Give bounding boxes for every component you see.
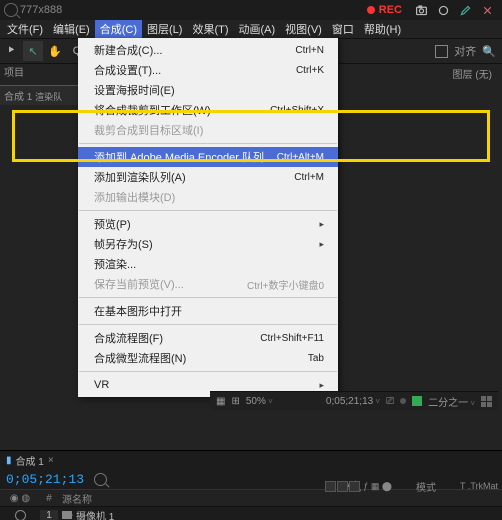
comp-tab-sub: 渲染队	[35, 92, 62, 102]
menu-item-prerender[interactable]: 预渲染...	[78, 254, 338, 274]
viewer-color-icon[interactable]	[412, 396, 422, 406]
menu-edit[interactable]: 编辑(E)	[48, 20, 95, 38]
row-switches[interactable]	[325, 481, 360, 492]
menu-separator	[79, 210, 337, 211]
record-dot-icon	[367, 6, 375, 14]
viewer-grid-icon[interactable]	[481, 396, 492, 407]
edit-icon[interactable]	[458, 3, 472, 17]
menu-item-open-egp[interactable]: 在基本图形中打开	[78, 301, 338, 321]
project-panel-label[interactable]: 项目	[0, 62, 78, 81]
snapping-icon[interactable]	[435, 45, 448, 58]
menu-separator	[79, 324, 337, 325]
home-tool-icon[interactable]: ⯈	[1, 41, 21, 61]
record-label: REC	[379, 4, 402, 16]
menu-help[interactable]: 帮助(H)	[359, 20, 406, 38]
menu-item-trim-workarea[interactable]: 将合成裁剪到工作区(W)Ctrl+Shift+X	[78, 100, 338, 120]
align-label[interactable]: 对齐	[454, 43, 476, 59]
viewer-timecode[interactable]: 0;05;21;13	[326, 396, 380, 407]
col-source-name[interactable]: 源名称	[58, 491, 202, 506]
viewer-guides-icon[interactable]: ⊞	[231, 396, 239, 407]
camera-layer-icon	[62, 511, 72, 519]
camera-icon[interactable]	[414, 3, 428, 17]
comp-tab[interactable]: 合成 1 渲染队	[0, 85, 78, 105]
search-icon[interactable]: 🔍	[482, 45, 496, 58]
menu-item-comp-settings[interactable]: 合成设置(T)...Ctrl+K	[78, 60, 338, 80]
menu-file[interactable]: 文件(F)	[2, 20, 48, 38]
timeline-panel: ▮ 合成 1 × 0;05;21;13 ◉ ◍ # 源名称 ♀ ☀ ╲ ƒ ▦ …	[0, 450, 502, 520]
timeline-search-icon[interactable]	[94, 473, 107, 486]
col-visibility-icon[interactable]: ◉ ◍	[0, 493, 40, 504]
menu-item-add-output: 添加输出模块(D)	[78, 187, 338, 207]
menu-separator	[79, 371, 337, 372]
viewer-resolution[interactable]: 二分之一	[428, 394, 475, 409]
hand-tool-icon[interactable]: ✋	[45, 41, 65, 61]
menu-bar: 文件(F) 编辑(E) 合成(C) 图层(L) 效果(T) 动画(A) 视图(V…	[0, 20, 502, 39]
menu-item-save-preview: 保存当前预览(V)...Ctrl+数字小键盘0	[78, 274, 338, 294]
row-index: 1	[40, 510, 58, 520]
project-panel: 项目 合成 1 渲染队	[0, 62, 78, 105]
viewer-snapshot-icon[interactable]: ⎚	[386, 396, 394, 407]
magnifier-icon	[4, 3, 18, 17]
menu-separator	[79, 143, 337, 144]
composition-dropdown: 新建合成(C)...Ctrl+N 合成设置(T)...Ctrl+K 设置海报时间…	[78, 38, 338, 397]
menu-item-flowchart[interactable]: 合成流程图(F)Ctrl+Shift+F11	[78, 328, 338, 348]
menu-item-preview[interactable]: 预览(P)	[78, 214, 338, 234]
menu-item-set-poster[interactable]: 设置海报时间(E)	[78, 80, 338, 100]
timeline-tab-close-icon[interactable]: ×	[48, 455, 54, 466]
menu-separator	[79, 297, 337, 298]
row-source-name[interactable]: 摄像机 1	[76, 508, 114, 520]
window-titlebar: 777x888 REC	[0, 0, 502, 20]
timeline-tab-label: 合成 1	[16, 453, 44, 468]
menu-layer[interactable]: 图层(L)	[142, 20, 187, 38]
titlebar-dimensions: 777x888	[20, 4, 62, 16]
menu-window[interactable]: 窗口	[327, 20, 359, 38]
viewer-mask-icon[interactable]: ▦	[216, 396, 225, 407]
timeline-tab-icon: ▮	[6, 455, 12, 466]
col-index[interactable]: #	[40, 493, 58, 504]
menu-item-add-to-ame[interactable]: 添加到 Adobe Media Encoder 队列...Ctrl+Alt+M	[78, 147, 338, 167]
menu-item-mini-flowchart[interactable]: 合成微型流程图(N)Tab	[78, 348, 338, 368]
menu-effect[interactable]: 效果(T)	[187, 20, 233, 38]
visibility-toggle-icon[interactable]	[15, 510, 26, 520]
mask-icon[interactable]	[436, 3, 450, 17]
menu-item-save-frame[interactable]: 帧另存为(S)	[78, 234, 338, 254]
close-icon[interactable]	[480, 3, 494, 17]
menu-item-add-to-render[interactable]: 添加到渲染队列(A)Ctrl+M	[78, 167, 338, 187]
viewer-zoom[interactable]: 50%	[246, 396, 273, 407]
menu-composition[interactable]: 合成(C)	[95, 20, 142, 38]
timeline-row[interactable]: 1 摄像机 1	[0, 507, 502, 520]
timeline-timecode[interactable]: 0;05;21;13	[6, 472, 84, 487]
menu-item-new-comp[interactable]: 新建合成(C)...Ctrl+N	[78, 40, 338, 60]
menu-view[interactable]: 视图(V)	[280, 20, 327, 38]
selection-tool-icon[interactable]: ↖	[23, 41, 43, 61]
viewer-channel-icon[interactable]	[400, 398, 406, 404]
viewer-footer: ▦ ⊞ 50% 0;05;21;13 ⎚ 二分之一	[210, 391, 498, 410]
menu-item-crop-roi: 裁剪合成到目标区域(I)	[78, 120, 338, 140]
layer-panel-label[interactable]: 图层 (无)	[453, 66, 492, 81]
menu-animation[interactable]: 动画(A)	[234, 20, 281, 38]
